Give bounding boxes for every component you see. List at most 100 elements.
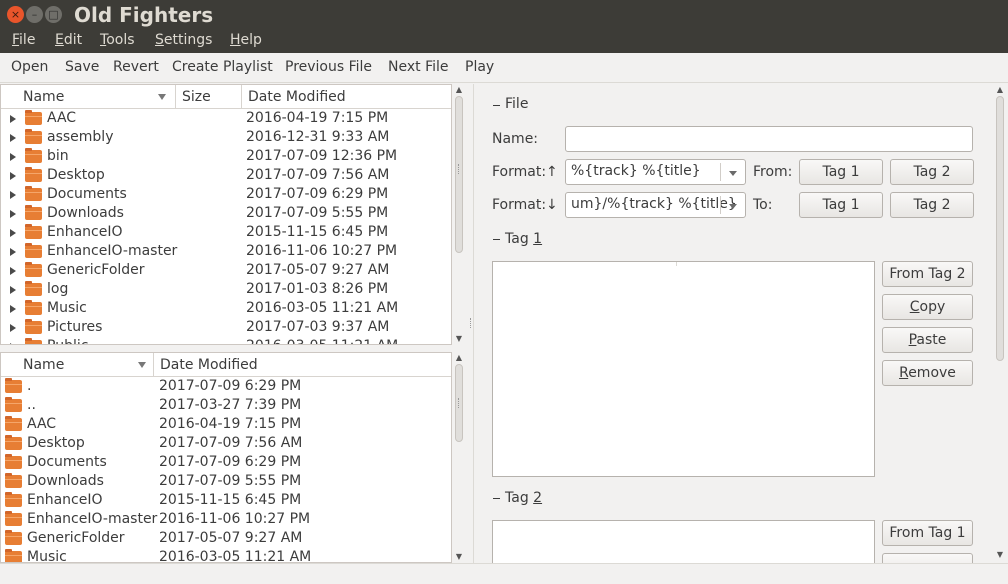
to-tag2-button[interactable]: Tag 2 [890,192,974,218]
tree-row[interactable]: log 2017-01-03 8:26 PM [1,280,451,299]
menu-file[interactable]: File [12,32,35,48]
expander-triangle-icon[interactable] [10,267,16,275]
column-header-name[interactable]: Name [1,85,176,109]
name-input[interactable] [565,126,973,152]
file-row[interactable]: EnhanceIO-master 2016-11-06 10:27 PM [1,510,451,529]
expander-triangle-icon[interactable] [10,191,16,199]
menu-help[interactable]: Help [230,32,262,48]
paste-button[interactable]: Paste [882,327,973,353]
vertical-pane-splitter[interactable] [470,318,471,328]
file-column-header-date[interactable]: Date Modified [154,353,451,377]
directory-tree[interactable]: Name Size Date Modified AAC 2016-04-19 7:… [0,84,452,345]
open-button[interactable]: Open [11,59,48,75]
menu-settings[interactable]: Settings [155,32,212,48]
tag2-section-collapse-icon[interactable] [493,498,500,499]
format-to-combo[interactable]: um}/%{track} %{title} [565,192,746,218]
remove-button[interactable]: Remove [882,360,973,386]
save-button[interactable]: Save [65,59,99,75]
tree-row[interactable]: AAC 2016-04-19 7:15 PM [1,109,451,128]
scroll-down-arrow-icon[interactable]: ▼ [453,552,465,562]
file-row-date: 2017-07-09 7:56 AM [159,435,303,451]
file-row[interactable]: Documents 2017-07-09 6:29 PM [1,453,451,472]
expander-triangle-icon[interactable] [10,229,16,237]
scroll-down-arrow-icon[interactable]: ▼ [453,334,465,344]
tree-row[interactable]: Public 2016-03-05 11:21 AM [1,337,451,344]
expander-triangle-icon[interactable] [10,153,16,161]
tree-row[interactable]: EnhanceIO-master 2016-11-06 10:27 PM [1,242,451,261]
tree-row[interactable]: Desktop 2017-07-09 7:56 AM [1,166,451,185]
editor-scroll-thumb[interactable] [996,96,1004,361]
expander-triangle-icon[interactable] [10,286,16,294]
previous-file-button[interactable]: Previous File [285,59,372,75]
file-column-header-name[interactable]: Name [1,353,154,377]
tree-row[interactable]: bin 2017-07-09 12:36 PM [1,147,451,166]
tag1-frames-table[interactable] [492,261,875,477]
expander-triangle-icon[interactable] [10,305,16,313]
tree-row[interactable]: Downloads 2017-07-09 5:55 PM [1,204,451,223]
expander-triangle-icon[interactable] [10,324,16,332]
column-header-size[interactable]: Size [176,85,242,109]
tree-row[interactable]: Music 2016-03-05 11:21 AM [1,299,451,318]
tree-row-date: 2017-07-03 9:37 AM [246,319,390,335]
name-label: Name: [492,131,539,147]
scroll-up-arrow-icon[interactable]: ▲ [453,85,465,95]
menu-tools-label: ools [106,32,135,48]
remove-mnemonic: R [899,365,909,381]
format-from-combo[interactable]: %{track} %{title} [565,159,746,185]
file-row[interactable]: GenericFolder 2017-05-07 9:27 AM [1,529,451,548]
tree-row[interactable]: GenericFolder 2017-05-07 9:27 AM [1,261,451,280]
folder-icon [25,319,42,334]
maximize-window-button[interactable]: □ [45,6,62,23]
file-row-date: 2016-04-19 7:15 PM [159,416,302,432]
from-tag1-copy-button[interactable]: From Tag 1 [882,520,973,546]
file-row[interactable]: Desktop 2017-07-09 7:56 AM [1,434,451,453]
file-row[interactable]: AAC 2016-04-19 7:15 PM [1,415,451,434]
folder-icon [25,205,42,220]
file-list-scroll-thumb[interactable] [455,364,463,442]
expander-triangle-icon[interactable] [10,115,16,123]
tag1-section-collapse-icon[interactable] [493,239,500,240]
file-row[interactable]: Music 2016-03-05 11:21 AM [1,548,451,563]
file-list-scrollbar[interactable]: ▲ ▼ [453,352,465,563]
expander-triangle-icon[interactable] [10,210,16,218]
close-window-button[interactable]: × [7,6,24,23]
directory-tree-scroll-thumb[interactable] [455,96,463,253]
expander-triangle-icon[interactable] [10,134,16,142]
file-row[interactable]: EnhanceIO 2015-11-15 6:45 PM [1,491,451,510]
file-row[interactable]: .. 2017-03-27 7:39 PM [1,396,451,415]
scroll-up-arrow-icon[interactable]: ▲ [453,353,465,363]
file-list[interactable]: Name Date Modified . 2017-07-09 6:29 PM..… [0,352,452,563]
file-row[interactable]: . 2017-07-09 6:29 PM [1,377,451,396]
tree-row[interactable]: assembly 2016-12-31 9:33 AM [1,128,451,147]
next-file-button[interactable]: Next File [388,59,449,75]
combo-separator [720,163,721,181]
play-button[interactable]: Play [465,59,494,75]
copy-button[interactable]: Copy [882,294,973,320]
file-row-date: 2015-11-15 6:45 PM [159,492,302,508]
to-tag1-button[interactable]: Tag 1 [799,192,883,218]
editor-scrollbar[interactable]: ▲ ▼ [994,84,1006,563]
file-row[interactable]: Downloads 2017-07-09 5:55 PM [1,472,451,491]
tree-row[interactable]: Documents 2017-07-09 6:29 PM [1,185,451,204]
file-section-collapse-icon[interactable] [493,105,500,106]
tree-row-name: Music [47,300,87,316]
expander-triangle-icon[interactable] [10,248,16,256]
expander-triangle-icon[interactable] [10,172,16,180]
scroll-down-arrow-icon[interactable]: ▼ [994,550,1006,560]
tree-row[interactable]: EnhanceIO 2015-11-15 6:45 PM [1,223,451,242]
menu-edit[interactable]: Edit [55,32,82,48]
minimize-window-button[interactable]: – [26,6,43,23]
revert-button[interactable]: Revert [113,59,159,75]
create-playlist-button[interactable]: Create Playlist [172,59,273,75]
menu-tools[interactable]: Tools [100,32,135,48]
directory-tree-scrollbar[interactable]: ▲ ▼ [453,84,465,345]
column-header-date[interactable]: Date Modified [242,85,451,109]
from-tag1-button[interactable]: Tag 1 [799,159,883,185]
expander-triangle-icon[interactable] [10,343,16,344]
from-tag2-button[interactable]: Tag 2 [890,159,974,185]
folder-icon [5,435,22,450]
scroll-up-arrow-icon[interactable]: ▲ [994,85,1006,95]
tree-row[interactable]: Pictures 2017-07-03 9:37 AM [1,318,451,337]
file-row-date: 2016-03-05 11:21 AM [159,549,312,563]
from-tag2-copy-button[interactable]: From Tag 2 [882,261,973,287]
